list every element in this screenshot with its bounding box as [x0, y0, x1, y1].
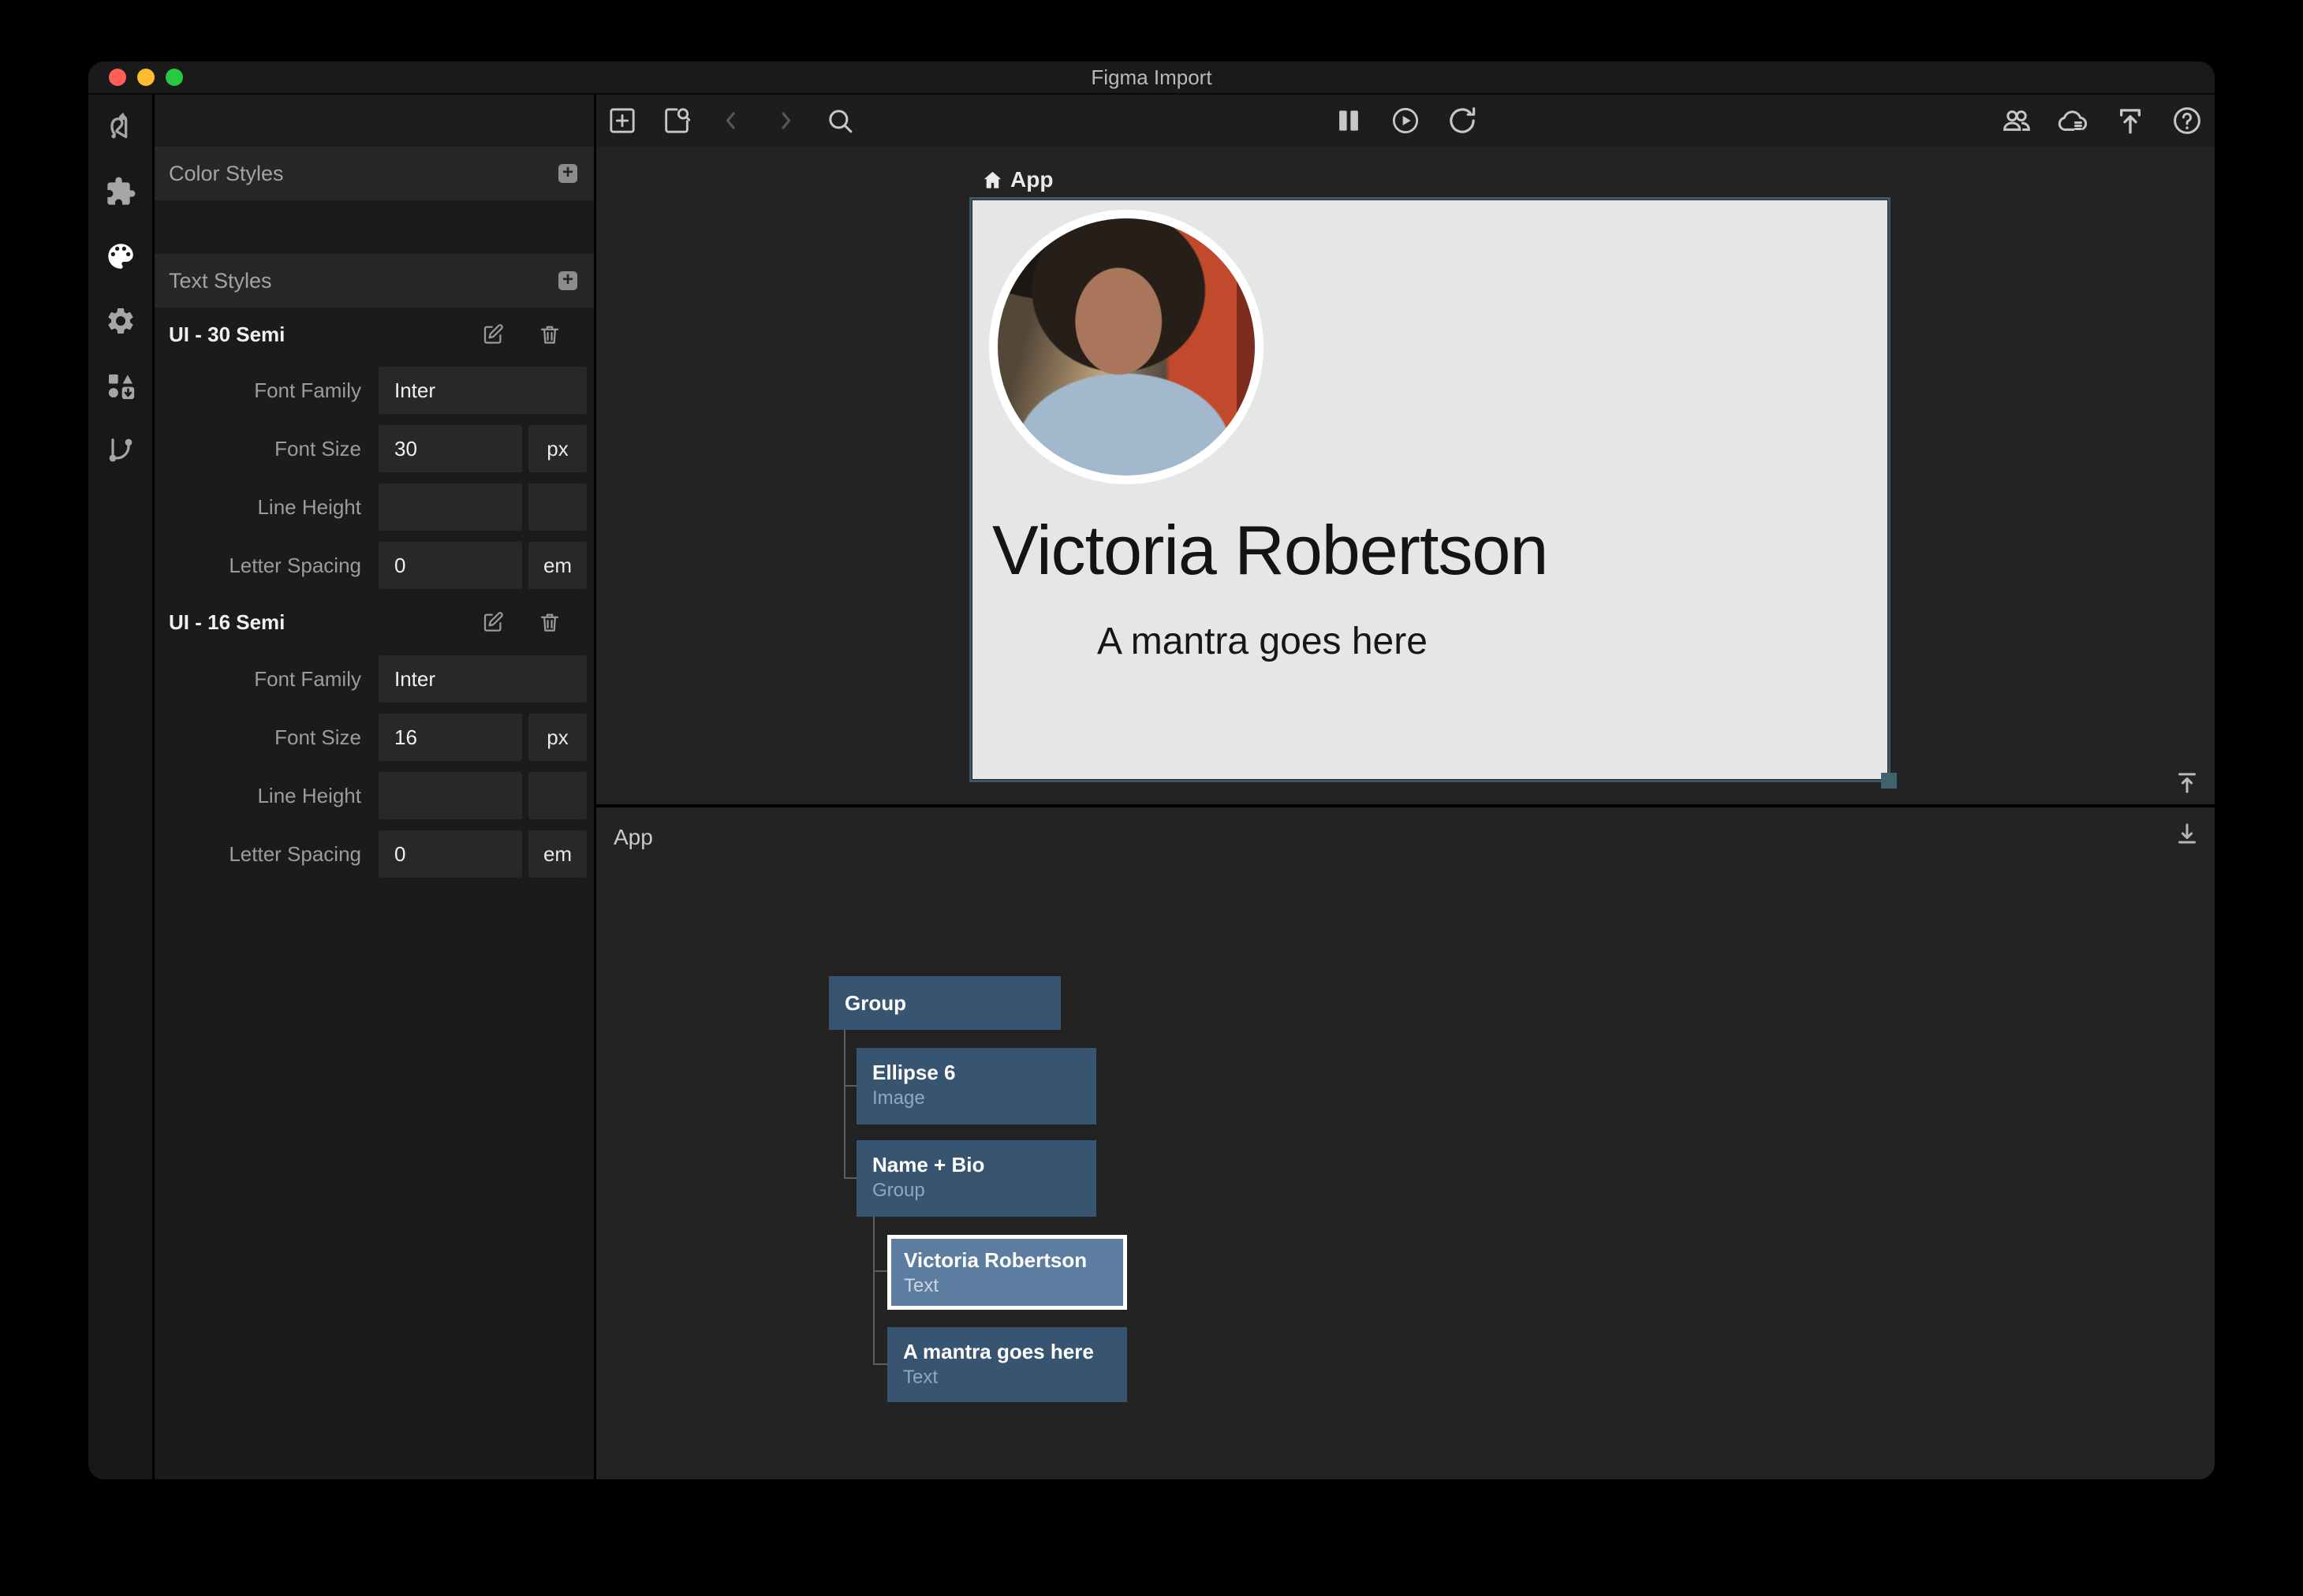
- tree-root-label: App: [614, 825, 653, 850]
- field-row: Font Family Inter: [155, 361, 594, 420]
- app-frame-card[interactable]: Victoria Robertson A mantra goes here: [972, 200, 1887, 779]
- letter-spacing-unit[interactable]: em: [528, 542, 587, 589]
- field-label: Font Family: [155, 667, 361, 692]
- toolbar: [596, 95, 2215, 147]
- selection-resize-handle[interactable]: [1881, 773, 1897, 789]
- assets-download-icon[interactable]: [103, 368, 138, 403]
- version-branch-icon[interactable]: [103, 433, 138, 468]
- tree-connector: [844, 1030, 845, 1179]
- search-icon[interactable]: [823, 103, 857, 138]
- text-style-row: UI - 30 Semi: [155, 308, 594, 361]
- window-title: Figma Import: [88, 65, 2215, 90]
- line-height-unit[interactable]: [528, 483, 587, 531]
- field-row: Line Height: [155, 766, 594, 825]
- styles-panel: Color Styles Text Styles UI - 30 Semi: [155, 95, 594, 1479]
- field-label: Font Size: [155, 437, 361, 461]
- fullscreen-button[interactable]: [166, 69, 183, 86]
- breadcrumb-label: App: [1010, 167, 1053, 192]
- field-row: Letter Spacing 0 em: [155, 536, 594, 595]
- tree-node-group[interactable]: Group: [829, 976, 1061, 1030]
- field-label: Font Size: [155, 725, 361, 750]
- line-height-unit[interactable]: [528, 772, 587, 819]
- delete-trash-icon[interactable]: [538, 323, 562, 346]
- titlebar: Figma Import: [88, 62, 2215, 95]
- font-size-input[interactable]: 16: [379, 714, 522, 761]
- layer-tree-panel: App Group Ellipse 6 Image Name +: [596, 807, 2215, 1479]
- tree-node-name-bio[interactable]: Name + Bio Group: [857, 1140, 1096, 1217]
- import-flow-icon[interactable]: [103, 110, 138, 144]
- text-style-row: UI - 16 Semi: [155, 595, 594, 650]
- play-icon[interactable]: [1388, 103, 1423, 138]
- delete-trash-icon[interactable]: [538, 610, 562, 634]
- field-row: Letter Spacing 0 em: [155, 825, 594, 883]
- line-height-input[interactable]: [379, 483, 522, 531]
- collapse-up-icon[interactable]: [2172, 768, 2202, 798]
- minimize-button[interactable]: [137, 69, 155, 86]
- text-styles-header: Text Styles: [155, 254, 594, 308]
- field-row: Font Size 30 px: [155, 420, 594, 478]
- breadcrumb[interactable]: App: [982, 167, 1053, 192]
- plugins-icon[interactable]: [103, 174, 138, 209]
- letter-spacing-input[interactable]: 0: [379, 542, 522, 589]
- profile-photo[interactable]: [989, 210, 1263, 484]
- traffic-lights: [109, 62, 183, 93]
- tree-connector: [844, 1177, 857, 1179]
- tree-connector: [873, 1217, 875, 1365]
- tree-connector: [844, 1085, 857, 1087]
- card-name-text[interactable]: Victoria Robertson: [992, 516, 1547, 585]
- open-file-search-icon[interactable]: [659, 103, 694, 138]
- letter-spacing-input[interactable]: 0: [379, 830, 522, 878]
- nav-forward-icon[interactable]: [768, 103, 803, 138]
- panel-top-strip: [155, 95, 594, 147]
- color-styles-title: Color Styles: [169, 162, 558, 186]
- close-button[interactable]: [109, 69, 126, 86]
- tree-node-ellipse[interactable]: Ellipse 6 Image: [857, 1048, 1096, 1124]
- publish-upload-icon[interactable]: [2113, 103, 2148, 138]
- nav-back-icon[interactable]: [714, 103, 748, 138]
- add-text-style-button[interactable]: [558, 271, 577, 290]
- edit-pencil-icon[interactable]: [481, 610, 505, 634]
- font-size-unit[interactable]: px: [528, 425, 587, 472]
- field-label: Letter Spacing: [155, 842, 361, 867]
- text-styles-title: Text Styles: [169, 269, 558, 293]
- color-styles-header: Color Styles: [155, 147, 594, 200]
- add-color-style-button[interactable]: [558, 164, 577, 183]
- settings-gear-icon[interactable]: [103, 304, 138, 338]
- home-icon: [982, 170, 1003, 191]
- color-styles-empty-list: [155, 200, 594, 254]
- refresh-icon[interactable]: [1445, 103, 1480, 138]
- help-icon[interactable]: [2170, 103, 2204, 138]
- field-row: Font Size 16 px: [155, 708, 594, 766]
- font-family-input[interactable]: Inter: [379, 655, 587, 703]
- collapse-down-icon[interactable]: [2172, 819, 2202, 848]
- field-label: Letter Spacing: [155, 554, 361, 578]
- app-window: Figma Import: [88, 62, 2215, 1479]
- field-label: Font Family: [155, 378, 361, 403]
- text-style-name: UI - 16 Semi: [169, 610, 448, 635]
- styles-palette-icon[interactable]: [103, 239, 138, 274]
- tree-connector: [873, 1270, 887, 1272]
- field-label: Line Height: [155, 495, 361, 520]
- tree-connector: [873, 1363, 887, 1365]
- font-size-unit[interactable]: px: [528, 714, 587, 761]
- field-row: Font Family Inter: [155, 650, 594, 708]
- cloud-sync-icon[interactable]: [2056, 103, 2091, 138]
- field-label: Line Height: [155, 784, 361, 808]
- font-family-input[interactable]: Inter: [379, 367, 587, 414]
- collaborators-icon[interactable]: [1999, 103, 2034, 138]
- font-size-input[interactable]: 30: [379, 425, 522, 472]
- tree-node-victoria-selected[interactable]: Victoria Robertson Text: [887, 1235, 1127, 1310]
- activity-bar: [88, 95, 152, 1479]
- line-height-input[interactable]: [379, 772, 522, 819]
- add-frame-icon[interactable]: [605, 103, 640, 138]
- main-area: App Victoria Robertson A mantra goes her…: [596, 95, 2215, 1479]
- canvas[interactable]: App Victoria Robertson A mantra goes her…: [596, 147, 2215, 804]
- text-style-name: UI - 30 Semi: [169, 323, 448, 347]
- card-mantra-text[interactable]: A mantra goes here: [1097, 623, 1428, 661]
- field-row: Line Height: [155, 478, 594, 536]
- tree-node-mantra[interactable]: A mantra goes here Text: [887, 1327, 1127, 1402]
- letter-spacing-unit[interactable]: em: [528, 830, 587, 878]
- edit-pencil-icon[interactable]: [481, 323, 505, 346]
- split-columns-icon[interactable]: [1331, 103, 1366, 138]
